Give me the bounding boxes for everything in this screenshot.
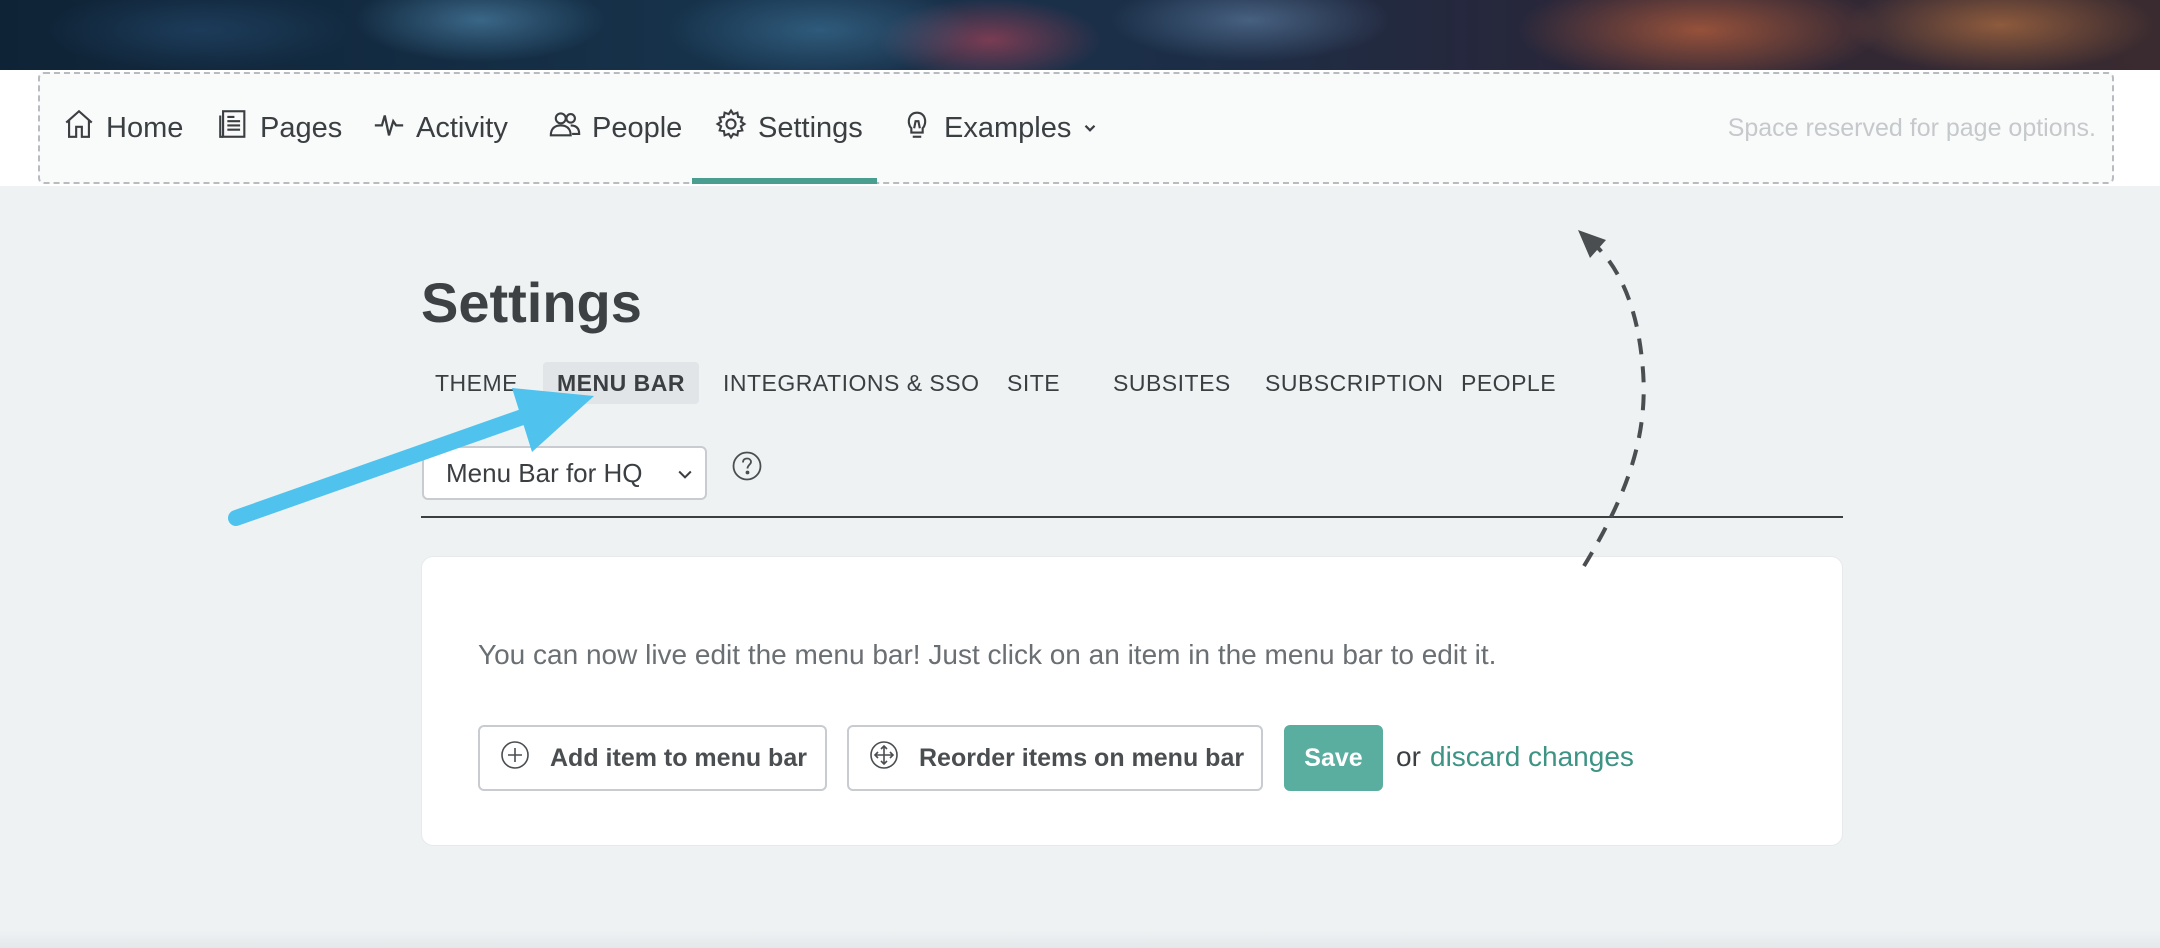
save-button[interactable]: Save <box>1284 725 1383 791</box>
lightbulb-icon <box>900 107 934 149</box>
menu-bar-settings-card: You can now live edit the menu bar! Just… <box>421 556 1843 846</box>
menu-bar-select[interactable]: Menu Bar for HQ <box>422 446 707 500</box>
people-icon <box>548 107 582 149</box>
tab-integrations-sso[interactable]: INTEGRATIONS & SSO <box>709 362 994 404</box>
menu-item-people[interactable]: People <box>548 74 682 182</box>
menu-item-label: Pages <box>260 111 343 144</box>
or-text: or <box>1396 741 1421 772</box>
move-icon <box>869 740 919 777</box>
tab-subsites[interactable]: SUBSITES <box>1099 362 1245 404</box>
header-banner <box>0 0 2160 72</box>
menu-item-examples[interactable]: Examples <box>900 74 1099 182</box>
menu-item-pages[interactable]: Pages <box>216 74 342 182</box>
menu-item-label: Activity <box>416 111 508 144</box>
menu-item-activity[interactable]: Activity <box>372 74 508 182</box>
button-label: Reorder items on menu bar <box>919 743 1245 772</box>
menu-item-settings[interactable]: Settings <box>692 74 877 184</box>
page-bottom <box>0 930 2160 948</box>
chevron-down-icon <box>1081 112 1099 145</box>
menubar: Home Pages Activity People Settings Exam… <box>38 72 2114 184</box>
tab-subscription[interactable]: SUBSCRIPTION <box>1251 362 1458 404</box>
tab-site[interactable]: SITE <box>993 362 1074 404</box>
add-item-button[interactable]: Add item to menu bar <box>478 725 827 791</box>
select-value: Menu Bar for HQ <box>446 457 643 488</box>
discard-changes-link[interactable]: discard changes <box>1430 741 1634 773</box>
pages-icon <box>216 107 250 149</box>
help-icon[interactable] <box>731 450 763 482</box>
menu-item-label: Settings <box>758 111 863 144</box>
reorder-items-button[interactable]: Reorder items on menu bar <box>847 725 1263 791</box>
divider <box>421 516 1843 518</box>
tab-theme[interactable]: THEME <box>421 362 532 404</box>
menubar-area: Home Pages Activity People Settings Exam… <box>0 70 2160 186</box>
menu-item-label: Examples <box>944 111 1072 144</box>
gear-icon <box>714 107 748 149</box>
plus-circle-icon <box>500 740 550 777</box>
tab-people[interactable]: PEOPLE <box>1447 362 1570 404</box>
menu-item-label: Home <box>106 111 184 144</box>
menu-item-label: People <box>592 111 683 144</box>
page-title: Settings <box>421 271 642 334</box>
menu-item-home[interactable]: Home <box>62 74 183 182</box>
tab-menu-bar[interactable]: MENU BAR <box>543 362 699 404</box>
page-options-placeholder: Space reserved for page options. <box>1727 113 2096 142</box>
activity-icon <box>372 107 406 149</box>
button-label: Add item to menu bar <box>550 743 807 772</box>
live-edit-message: You can now live edit the menu bar! Just… <box>478 639 1497 670</box>
home-icon <box>62 107 96 149</box>
